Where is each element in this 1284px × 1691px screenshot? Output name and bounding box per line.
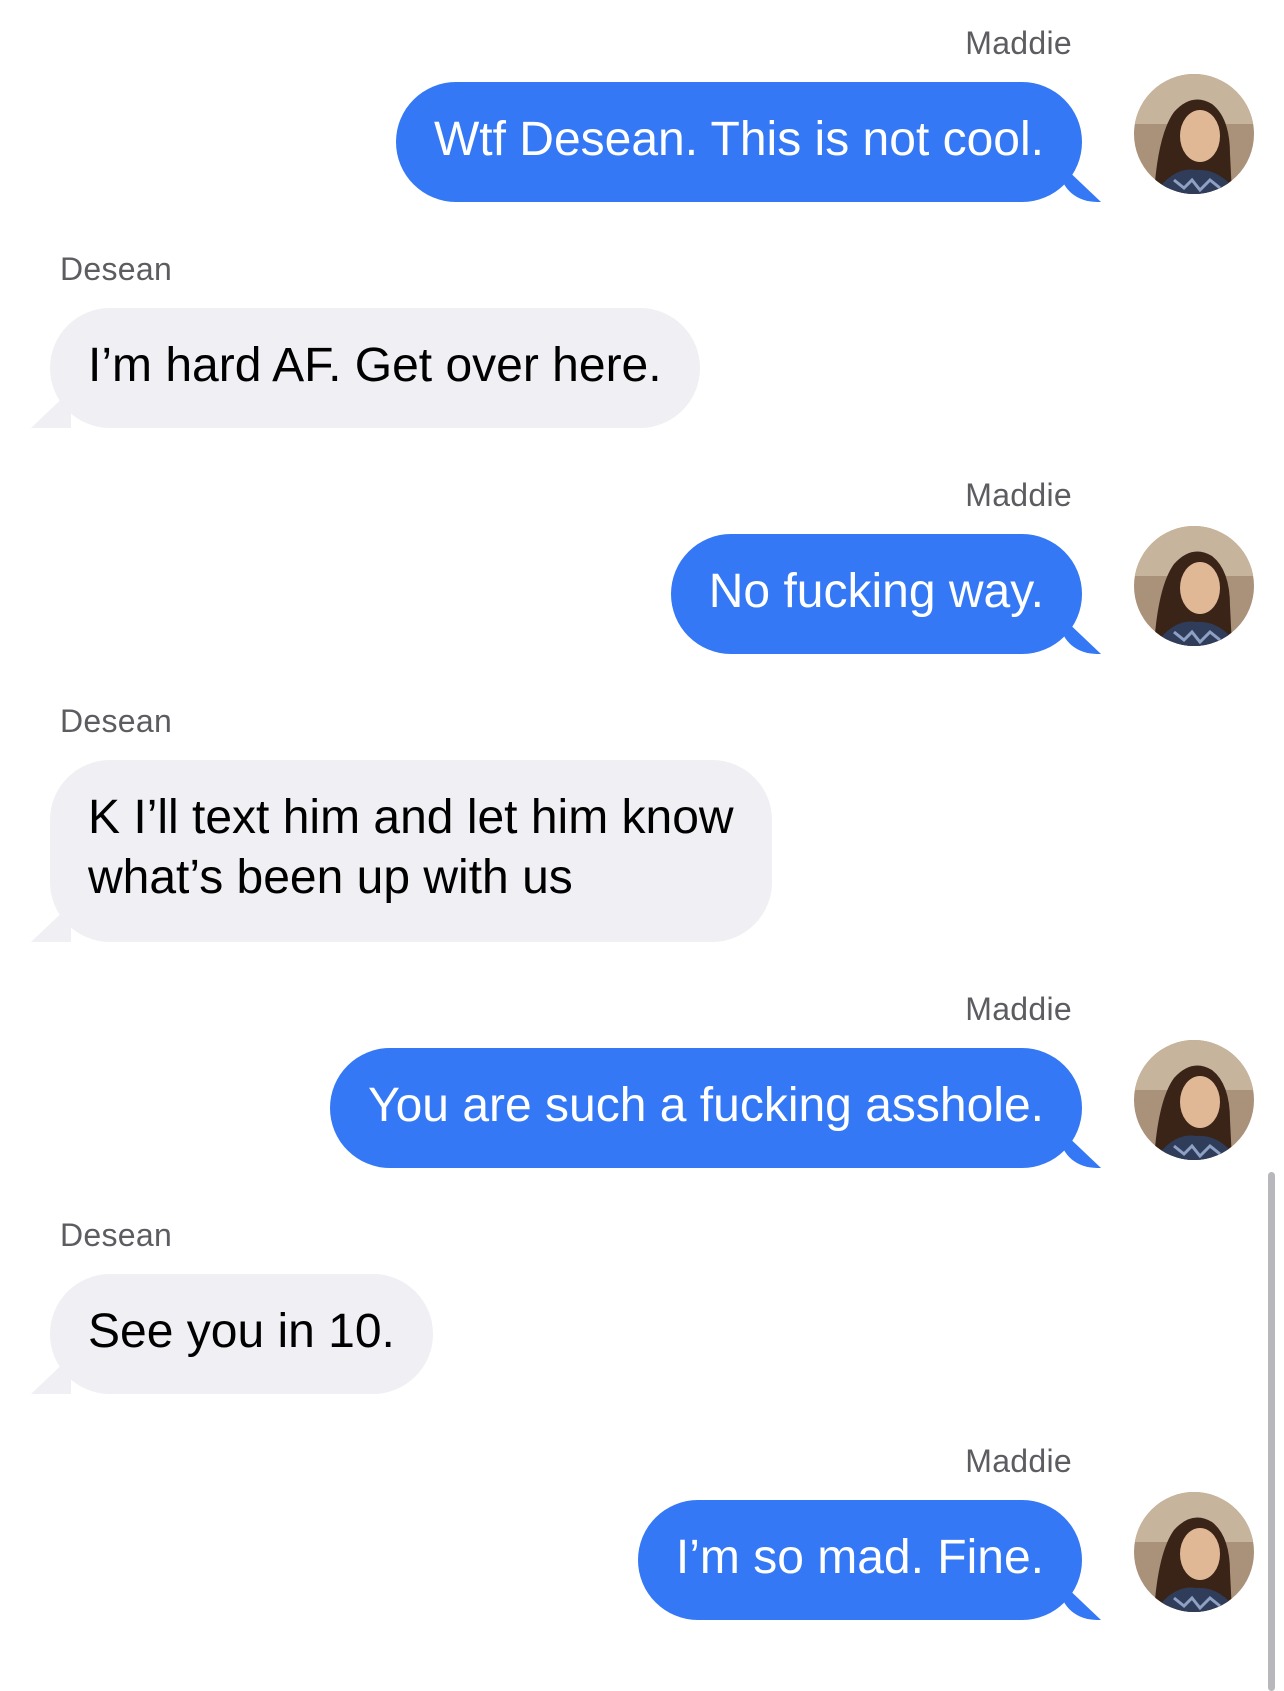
message-text-line: what’s been up with us: [88, 851, 573, 904]
avatar[interactable]: [1134, 1040, 1254, 1160]
message-text: See you in 10.: [88, 1305, 395, 1358]
avatar[interactable]: [1134, 526, 1254, 646]
sender-name: Maddie: [965, 1443, 1072, 1479]
avatar-photo-icon: [1134, 526, 1254, 646]
message-text-line: K I’ll text him and let him know: [88, 791, 734, 844]
sender-name: Desean: [60, 703, 173, 739]
message-thread: Maddie Wtf Desean. This is not cool. Des…: [0, 0, 1284, 1691]
sender-name: Maddie: [965, 991, 1072, 1027]
outgoing-message-bubble[interactable]: Wtf Desean. This is not cool.: [395, 82, 1082, 202]
scrollbar[interactable]: [1268, 1172, 1275, 1691]
outgoing-message-bubble[interactable]: I’m so mad. Fine.: [637, 1500, 1082, 1620]
avatar[interactable]: [1134, 1492, 1254, 1612]
sender-name: Maddie: [965, 25, 1072, 61]
message-text: I’m so mad. Fine.: [675, 1531, 1044, 1584]
incoming-message-bubble[interactable]: I’m hard AF. Get over here.: [50, 308, 700, 428]
outgoing-message-bubble[interactable]: No fucking way.: [670, 534, 1082, 654]
sender-name: Desean: [60, 251, 173, 287]
avatar[interactable]: [1134, 74, 1254, 194]
sender-name: Maddie: [965, 477, 1072, 513]
avatar-photo-icon: [1134, 1492, 1254, 1612]
message-text: Wtf Desean. This is not cool.: [433, 113, 1044, 166]
outgoing-message-bubble[interactable]: You are such a fucking asshole.: [329, 1048, 1082, 1168]
message-text: I’m hard AF. Get over here.: [88, 339, 662, 392]
avatar-photo-icon: [1134, 74, 1254, 194]
message-text: You are such a fucking asshole.: [367, 1079, 1044, 1132]
incoming-message-bubble[interactable]: See you in 10.: [50, 1274, 433, 1394]
sender-name: Desean: [60, 1217, 173, 1253]
incoming-message-bubble[interactable]: K I’ll text him and let him know what’s …: [50, 760, 772, 942]
avatar-photo-icon: [1134, 1040, 1254, 1160]
message-text: No fucking way.: [708, 565, 1044, 618]
